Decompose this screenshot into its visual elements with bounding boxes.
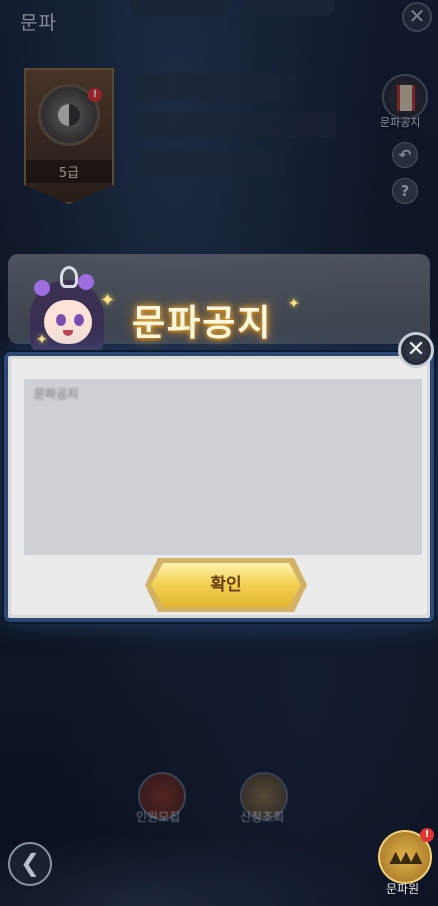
- character-eye: [74, 314, 84, 326]
- notice-modal: 문파공지 확인: [4, 352, 434, 622]
- arrow-left-icon: ❮: [19, 849, 41, 877]
- modal-title: 문파공지: [132, 303, 273, 344]
- back-button[interactable]: ❮: [8, 842, 52, 886]
- character-eye: [56, 314, 66, 326]
- requests-label: 신청조회: [240, 810, 285, 824]
- modal-body: 문파공지 확인: [11, 359, 427, 615]
- confirm-button[interactable]: 확인: [151, 563, 301, 607]
- character-face: [44, 300, 92, 344]
- modal-close-button[interactable]: ✕: [398, 332, 434, 368]
- members-label: 문파원: [386, 882, 420, 896]
- flower-ornament: [78, 274, 94, 290]
- close-icon: ✕: [406, 337, 426, 362]
- members-alert-badge: !: [420, 828, 434, 842]
- sparkle-icon: ✦: [100, 290, 116, 311]
- recruit-label: 인원모집: [136, 810, 181, 824]
- sparkle-icon: ✦: [288, 296, 300, 312]
- sparkle-icon: ✦: [36, 332, 48, 348]
- people-group-icon: ▲▲▲: [389, 847, 423, 866]
- flower-ornament: [34, 280, 50, 296]
- character-ornament: [60, 266, 78, 288]
- notice-content-box[interactable]: 문파공지: [24, 379, 422, 555]
- notice-text: 문파공지: [34, 387, 79, 401]
